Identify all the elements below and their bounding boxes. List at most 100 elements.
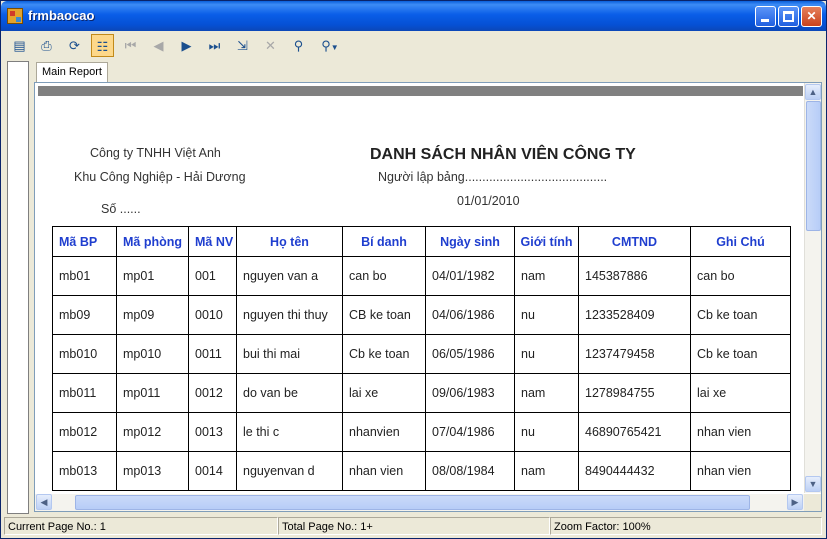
- cell: mb01: [52, 256, 117, 296]
- vertical-scrollbar[interactable]: ▲ ▼: [804, 83, 821, 493]
- scrollbar-corner: [804, 494, 821, 511]
- title-bar[interactable]: frmbaocao ✕: [1, 1, 826, 31]
- goto-page-icon: ⇲: [237, 38, 248, 53]
- cell: nhanvien: [342, 412, 426, 452]
- zoom-dropdown[interactable]: ⚲▼: [315, 34, 345, 57]
- cell: 07/04/1986: [425, 412, 515, 452]
- cell: mb010: [52, 334, 117, 374]
- cell: 08/08/1984: [425, 451, 515, 491]
- cell: nam: [514, 373, 579, 413]
- table-row: mb013 mp013 0014 nguyenvan d nhan vien 08/08/…: [52, 451, 791, 491]
- app-icon[interactable]: [7, 8, 23, 24]
- total-page-status: Total Page No.: 1+: [278, 517, 550, 535]
- column-header: Ghi Chú: [690, 226, 791, 257]
- cell: CB ke toan: [342, 295, 426, 335]
- last-page-icon: ⏭: [208, 38, 221, 53]
- cell: 46890765421: [578, 412, 691, 452]
- stop-button[interactable]: ✕: [259, 34, 282, 57]
- table-header-row: Mã BP Mã phòng Mã NV Họ tên Bí danh Ngày…: [52, 226, 791, 257]
- company-name: Công ty TNHH Việt Anh: [90, 146, 221, 160]
- report-viewer: Công ty TNHH Việt Anh Khu Công Nghiệp - …: [34, 82, 822, 512]
- cell: 001: [188, 256, 237, 296]
- cell: 8490444432: [578, 451, 691, 491]
- group-tree-panel[interactable]: [7, 61, 29, 514]
- cell: 0011: [188, 334, 237, 374]
- cell: Cb ke toan: [342, 334, 426, 374]
- cell: can bo: [342, 256, 426, 296]
- cell: mp011: [116, 373, 189, 413]
- close-button[interactable]: ✕: [801, 6, 822, 27]
- refresh-icon: ⟳: [69, 38, 80, 53]
- cell: nhan vien: [690, 412, 791, 452]
- next-page-button[interactable]: ▶: [175, 34, 198, 57]
- table-row: mb09 mp09 0010 nguyen thi thuy CB ke toan 04/…: [52, 295, 791, 335]
- last-page-button[interactable]: ⏭: [203, 34, 226, 57]
- chevron-right-icon: ▶: [791, 497, 799, 507]
- print-button[interactable]: ⎙: [35, 34, 58, 57]
- cell: mb013: [52, 451, 117, 491]
- cell: mp013: [116, 451, 189, 491]
- column-header: Mã phòng: [116, 226, 189, 257]
- print-icon: ⎙: [41, 38, 52, 53]
- chevron-left-icon: ◀: [40, 497, 48, 507]
- cell: 0010: [188, 295, 237, 335]
- column-header: Giới tính: [514, 226, 579, 257]
- column-header: Bí danh: [342, 226, 426, 257]
- zoom-icon: ⚲: [321, 38, 331, 53]
- group-tree-icon: ☷: [96, 39, 109, 54]
- cell: 06/05/1986: [425, 334, 515, 374]
- employee-table: Mã BP Mã phòng Mã NV Họ tên Bí danh Ngày…: [52, 226, 791, 491]
- refresh-button[interactable]: ⟳: [63, 34, 86, 57]
- cell: mb09: [52, 295, 117, 335]
- column-header: Mã NV: [188, 226, 237, 257]
- cell: 1237479458: [578, 334, 691, 374]
- table-row: mb01 mp01 001 nguyen van a can bo 04/01/1982 n…: [52, 256, 791, 296]
- find-button[interactable]: ⚲: [287, 34, 310, 57]
- table-row: mb012 mp012 0013 le thi c nhanvien 07/04/1986…: [52, 412, 791, 452]
- cell: Cb ke toan: [690, 295, 791, 335]
- column-header: Ngày sinh: [425, 226, 515, 257]
- document-number: Số ......: [101, 202, 141, 216]
- prev-page-button[interactable]: ◀: [147, 34, 170, 57]
- cell: 04/01/1982: [425, 256, 515, 296]
- close-icon: ✕: [806, 9, 817, 23]
- cell: 1233528409: [578, 295, 691, 335]
- tab-main-report[interactable]: Main Report: [36, 62, 108, 82]
- cell: 1278984755: [578, 373, 691, 413]
- first-page-icon: ⏮: [124, 38, 137, 53]
- chevron-down-icon: ▼: [330, 43, 339, 52]
- cell: do van be: [236, 373, 343, 413]
- first-page-button[interactable]: ⏮: [119, 34, 142, 57]
- cell: 0012: [188, 373, 237, 413]
- scroll-up-button[interactable]: ▲: [805, 84, 821, 100]
- scroll-right-button[interactable]: ▶: [787, 494, 803, 510]
- report-title: DANH SÁCH NHÂN VIÊN CÔNG TY: [370, 146, 636, 163]
- cell: mp010: [116, 334, 189, 374]
- vertical-scroll-thumb[interactable]: [806, 101, 821, 231]
- status-bar: Current Page No.: 1 Total Page No.: 1+ Z…: [4, 516, 824, 536]
- cell: nguyenvan d: [236, 451, 343, 491]
- cell: nu: [514, 334, 579, 374]
- report-page-header-bar: [38, 86, 803, 96]
- horizontal-scroll-thumb[interactable]: [75, 495, 750, 510]
- cell: nu: [514, 412, 579, 452]
- cell: nguyen van a: [236, 256, 343, 296]
- scroll-down-button[interactable]: ▼: [805, 476, 821, 492]
- export-icon: ▤: [13, 38, 26, 53]
- horizontal-scrollbar[interactable]: ◀ ▶: [35, 494, 805, 511]
- toggle-group-tree-button[interactable]: ☷: [91, 34, 114, 57]
- cell: Cb ke toan: [690, 334, 791, 374]
- maximize-button[interactable]: [778, 6, 799, 27]
- cell: le thi c: [236, 412, 343, 452]
- column-header: CMTND: [578, 226, 691, 257]
- cell: 04/06/1986: [425, 295, 515, 335]
- export-button[interactable]: ▤: [8, 34, 31, 57]
- next-page-icon: ▶: [181, 38, 192, 53]
- minimize-button[interactable]: [755, 6, 776, 27]
- scroll-left-button[interactable]: ◀: [36, 494, 52, 510]
- cell: 0014: [188, 451, 237, 491]
- cell: 0013: [188, 412, 237, 452]
- report-date: 01/01/2010: [457, 194, 520, 208]
- goto-page-button[interactable]: ⇲: [231, 34, 254, 57]
- prepared-by: Người lập bảng..........................…: [378, 170, 608, 184]
